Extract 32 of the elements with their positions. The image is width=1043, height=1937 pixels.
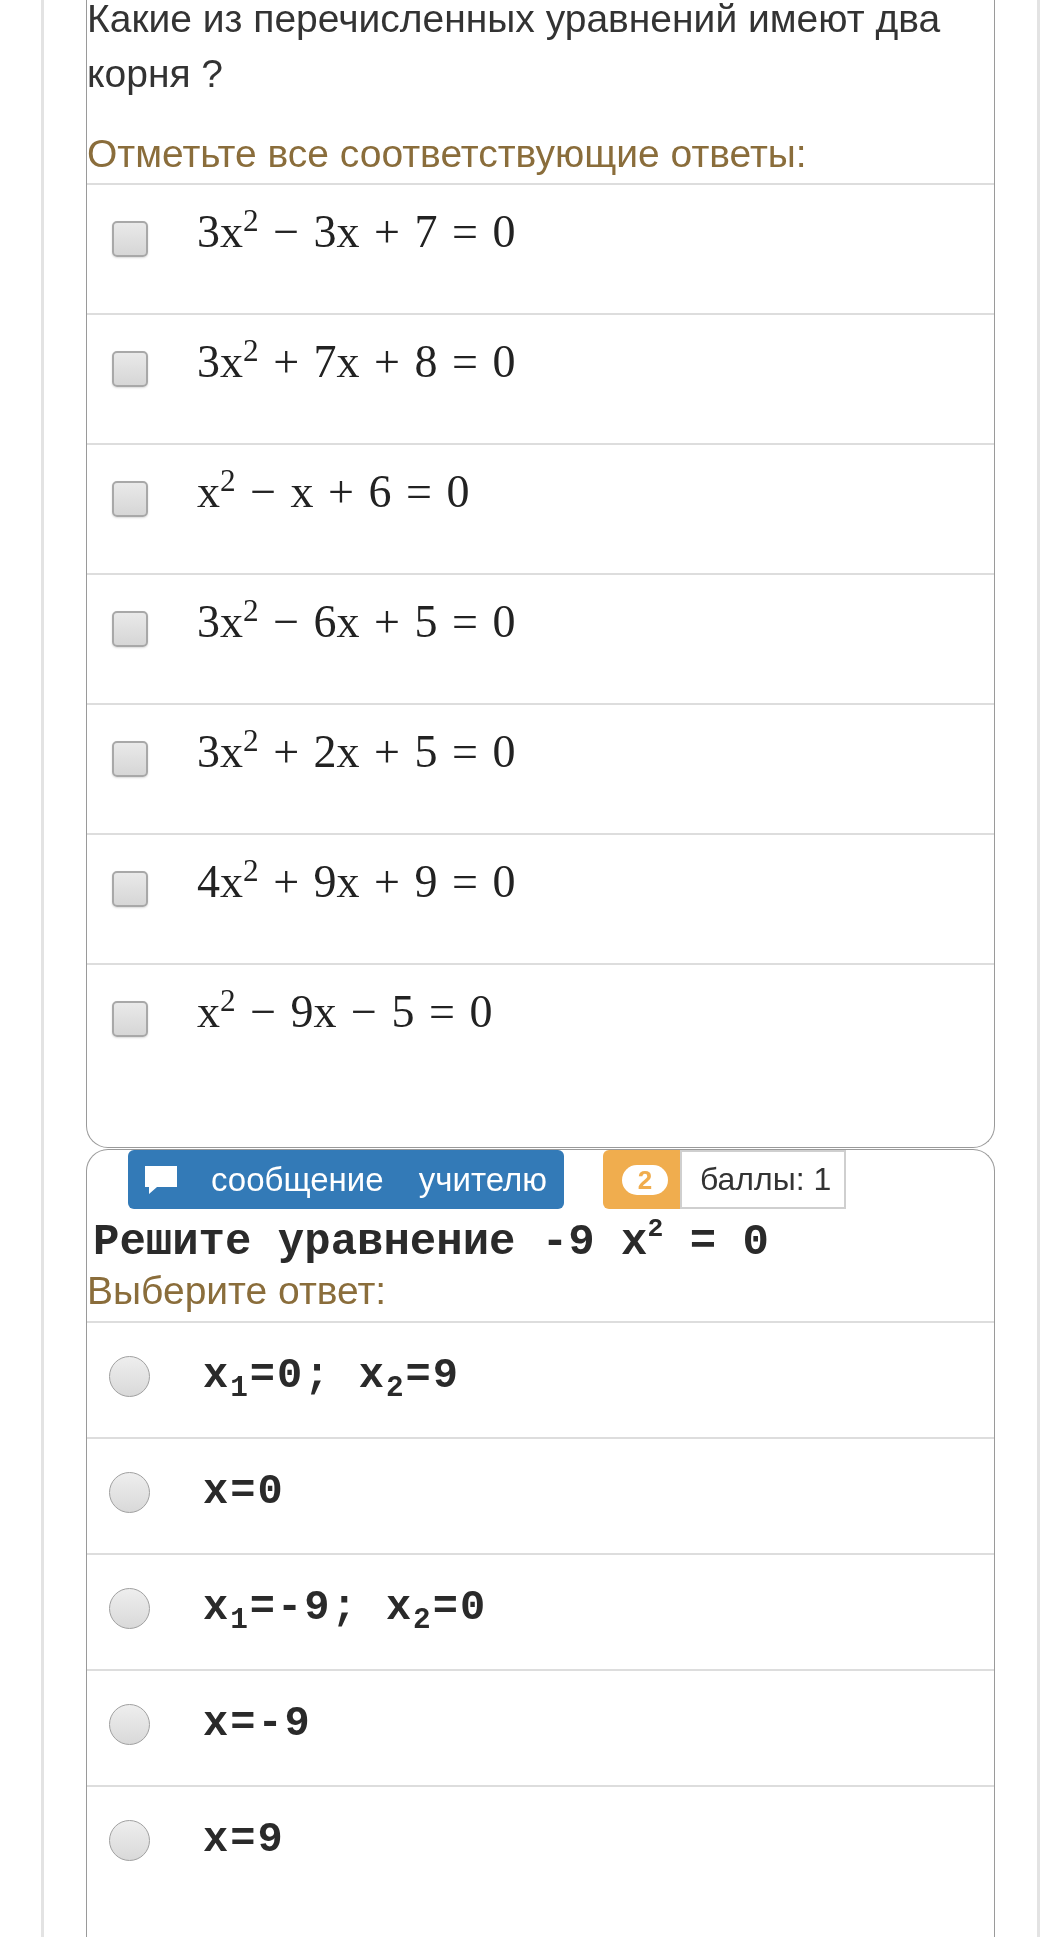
equation-text: x$^{2}$ − x + 6 = 0 [197,469,470,515]
checkbox[interactable] [112,741,148,777]
radio-button[interactable] [109,1472,150,1513]
checkbox[interactable] [112,1001,148,1037]
message-teacher-button[interactable]: сообщение учителю [128,1150,564,1209]
instruction-text: Выберите ответ: [87,1268,388,1314]
radio-button[interactable] [109,1820,150,1861]
problem-text: Решите уравнение -9 x$^{2}$ = 0 [92,1219,770,1265]
radio-button[interactable] [109,1704,150,1745]
checkbox[interactable] [112,221,148,257]
instruction-text: Отметьте все соответствующие ответы: [87,131,808,177]
equation-text: 3x$^{2}$ − 3x + 7 = 0 [197,209,516,255]
checkbox[interactable] [112,351,148,387]
answer-option-text: x$_{1}$=-9; x$_{2}$=0 [203,1586,488,1630]
radio-button[interactable] [109,1588,150,1629]
equation-text: 3x$^{2}$ − 6x + 5 = 0 [197,599,516,645]
points-label: баллы: 1 [679,1150,847,1209]
checkbox[interactable] [112,611,148,647]
equation-text: 3x$^{2}$ + 2x + 5 = 0 [197,729,516,775]
equation-text: x$^{2}$ − 9x − 5 = 0 [197,989,493,1035]
equation-text: 4x$^{2}$ + 9x + 9 = 0 [197,859,516,905]
radio-button[interactable] [109,1356,150,1397]
checkbox[interactable] [112,871,148,907]
speech-bubble-icon [144,1164,178,1195]
checkbox[interactable] [112,481,148,517]
question-text: Какие из перечисленных уравнений имеют два корня ? [87,0,942,97]
answer-option-text: x=9 [203,1818,285,1862]
answer-option-text: x=-9 [203,1702,312,1746]
answer-option-text: x=0 [203,1470,285,1514]
equation-text: 3x$^{2}$ + 7x + 8 = 0 [197,339,516,385]
answer-option-text: x$_{1}$=0; x$_{2}$=9 [203,1354,460,1398]
question-number-badge: 2 [621,1164,668,1195]
